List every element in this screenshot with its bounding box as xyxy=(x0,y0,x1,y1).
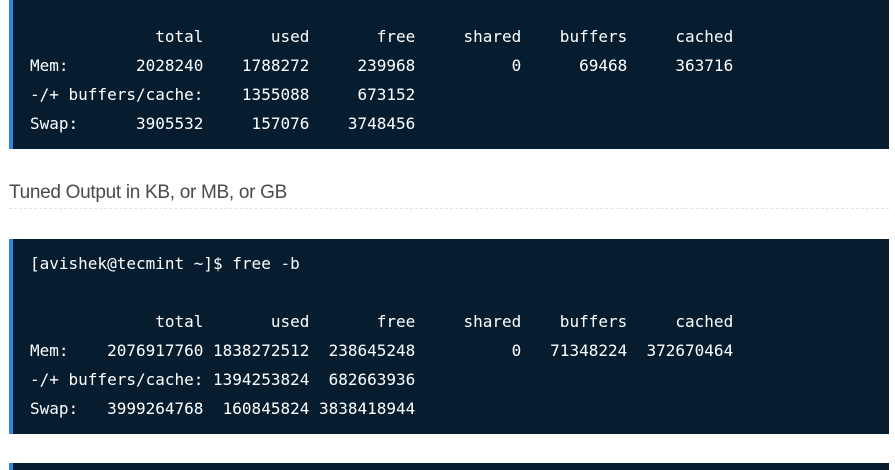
code-line: [avishek@tecmint ~]$ free -b xyxy=(30,254,300,273)
page: total used free shared buffers cached Me… xyxy=(0,0,895,470)
code-block-free-bytes: [avishek@tecmint ~]$ free -b total used … xyxy=(9,239,889,434)
code-line: Swap: 3905532 157076 3748456 xyxy=(30,114,416,133)
code-text: total used free shared buffers cached Me… xyxy=(30,22,733,138)
section-heading: Tuned Output in KB, or MB, or GB xyxy=(9,180,889,209)
code-line: Swap: 3999264768 160845824 3838418944 xyxy=(30,399,416,418)
code-line: total used free shared buffers cached xyxy=(30,27,734,46)
code-line: -/+ buffers/cache: 1355088 673152 xyxy=(30,85,416,104)
code-block-free-output: total used free shared buffers cached Me… xyxy=(9,0,889,149)
code-line: -/+ buffers/cache: 1394253824 682663936 xyxy=(30,370,416,389)
code-line: Mem: 2028240 1788272 239968 0 69468 3637… xyxy=(30,56,734,75)
code-block-next xyxy=(9,463,889,470)
code-text: [avishek@tecmint ~]$ free -b total used … xyxy=(30,249,733,423)
code-line: total used free shared buffers cached xyxy=(30,312,734,331)
code-line: Mem: 2076917760 1838272512 238645248 0 7… xyxy=(30,341,734,360)
